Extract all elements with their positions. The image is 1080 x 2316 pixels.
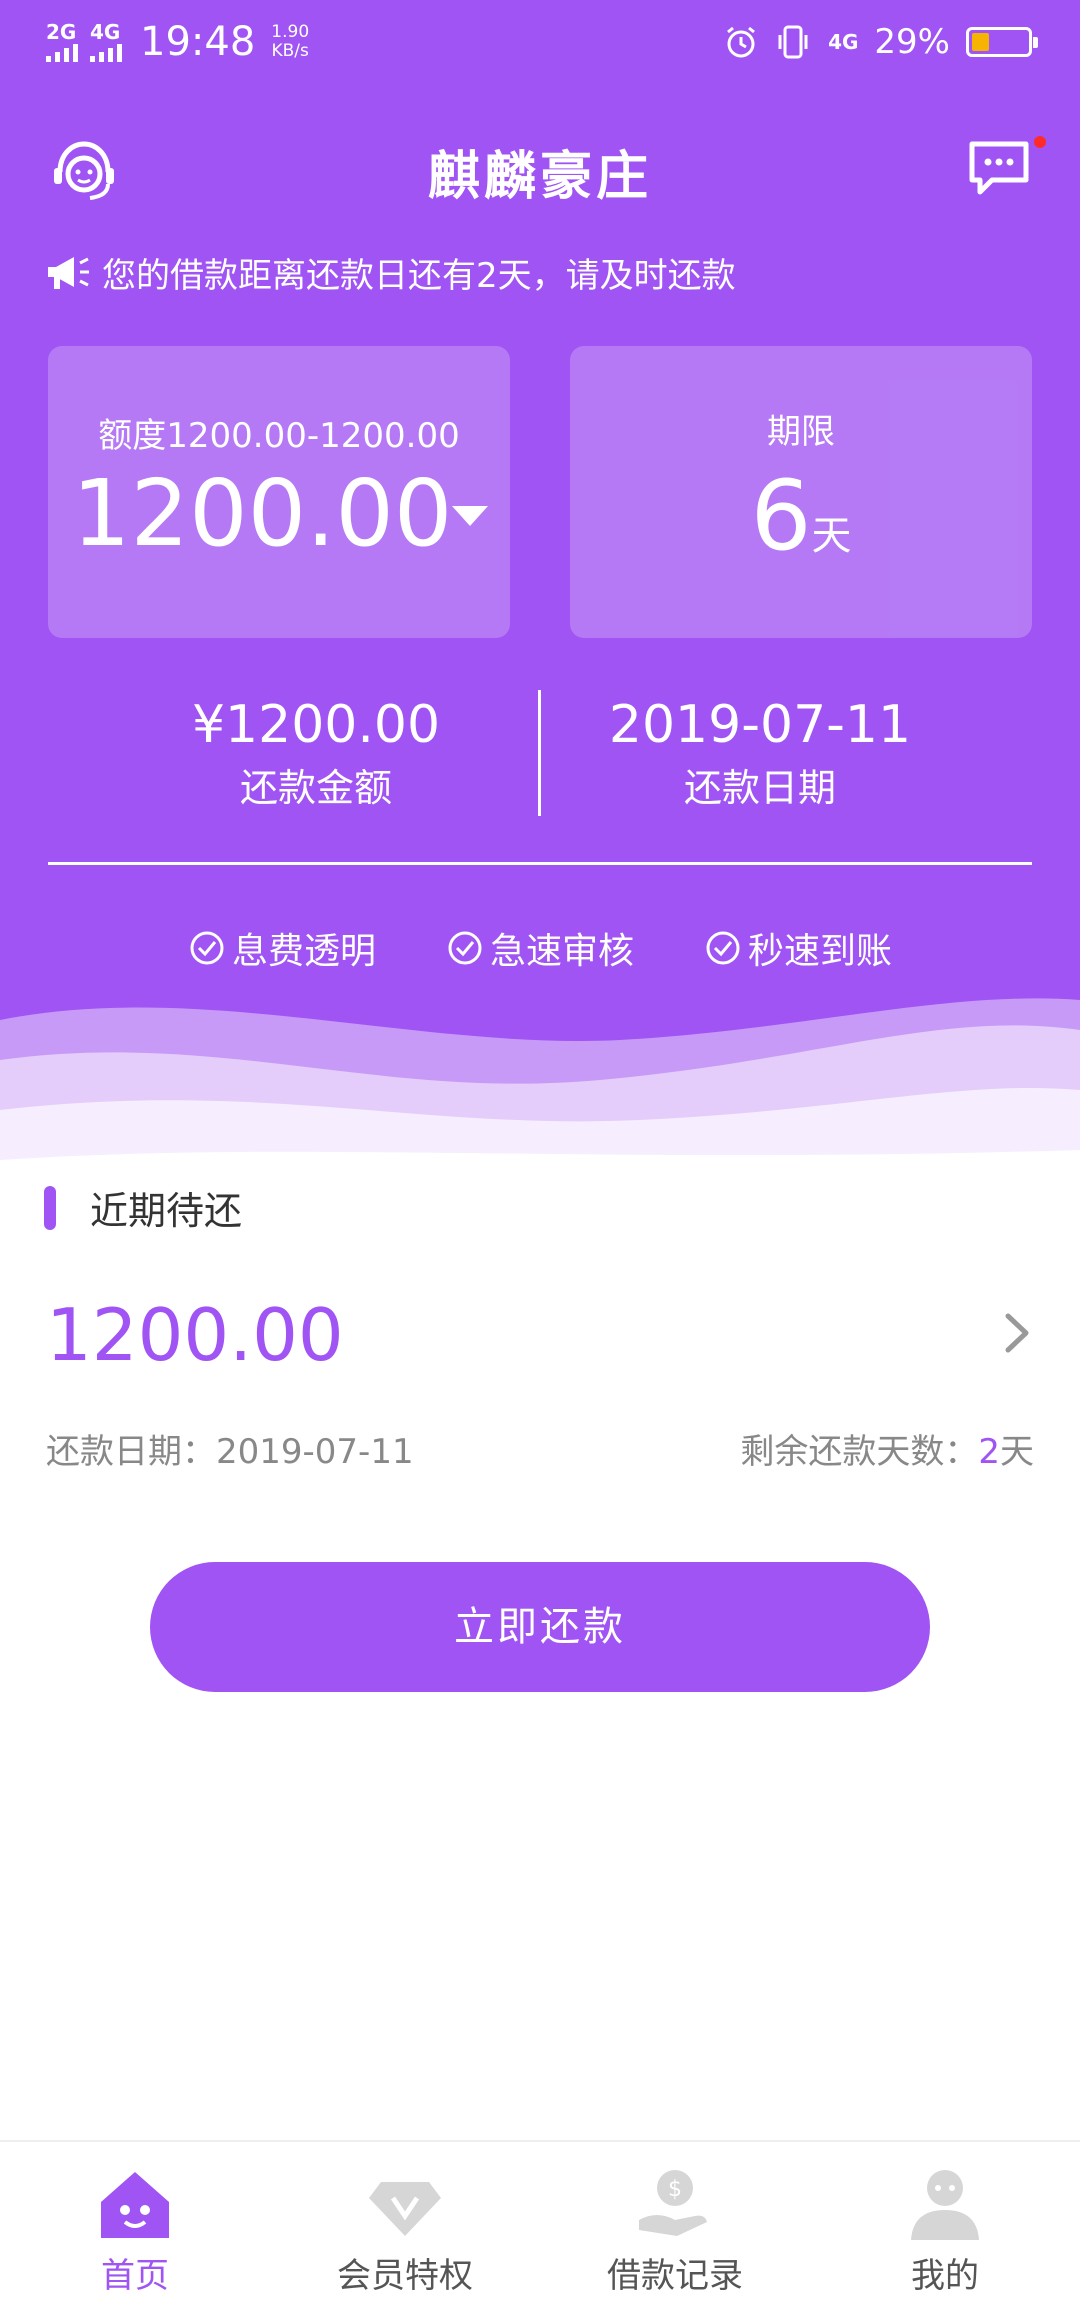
notification-dot bbox=[1034, 136, 1046, 148]
feature-item: 息费透明 bbox=[188, 922, 376, 974]
pending-days-left: 剩余还款天数：2天 bbox=[740, 1432, 1034, 1472]
term-label: 期限 bbox=[767, 412, 835, 452]
signal-2g: 2G bbox=[46, 22, 78, 62]
repay-date: 2019-07-11 bbox=[608, 695, 912, 755]
repay-date-label: 还款日期 bbox=[683, 766, 836, 810]
loan-term-card: 期限 6天 bbox=[570, 346, 1032, 638]
app-header: 麒麟豪庄 bbox=[0, 120, 1080, 220]
page-title: 麒麟豪庄 bbox=[427, 147, 652, 207]
repay-amount-block: ¥1200.00 还款金额 bbox=[96, 690, 536, 816]
diamond-icon bbox=[369, 2182, 441, 2236]
check-circle-icon bbox=[706, 931, 740, 965]
check-circle-icon bbox=[448, 931, 482, 965]
bottom-tab-bar: 首页 会员特权 $ 借款记录 我的 bbox=[0, 2140, 1080, 2316]
dropdown-arrow-icon[interactable] bbox=[452, 506, 488, 526]
signal-4g: 4G bbox=[90, 22, 122, 62]
pending-amount[interactable]: 1200.00 bbox=[46, 1290, 344, 1380]
network-type: 4G bbox=[828, 30, 859, 54]
battery-percent: 29% bbox=[874, 22, 950, 62]
signal-bars-icon bbox=[46, 42, 78, 62]
repay-amount-label: 还款金额 bbox=[239, 766, 392, 810]
tab-membership[interactable]: 会员特权 bbox=[270, 2164, 540, 2300]
network-speed: 1.90 KB/s bbox=[271, 22, 310, 61]
tab-profile[interactable]: 我的 bbox=[810, 2164, 1080, 2300]
vibrate-icon bbox=[778, 25, 808, 59]
battery-icon bbox=[966, 27, 1038, 57]
pending-due-date: 还款日期：2019-07-11 bbox=[46, 1432, 414, 1472]
repay-now-button[interactable]: 立即还款 bbox=[150, 1562, 930, 1692]
battery-level bbox=[972, 33, 990, 51]
home-icon bbox=[101, 2172, 169, 2238]
check-circle-icon bbox=[190, 931, 224, 965]
loan-amount-card[interactable]: 额度1200.00-1200.00 1200.00 bbox=[48, 346, 510, 638]
section-accent-bar bbox=[44, 1185, 56, 1230]
feature-item: 急速审核 bbox=[446, 922, 634, 974]
pending-section-title: 近期待还 bbox=[44, 1180, 242, 1235]
tab-home[interactable]: 首页 bbox=[0, 2164, 270, 2300]
signal-bars-icon bbox=[90, 42, 122, 62]
user-icon bbox=[911, 2170, 979, 2240]
chat-icon[interactable] bbox=[966, 138, 1032, 198]
notice-text: 您的借款距离还款日还有2天，请及时还款 bbox=[102, 256, 736, 296]
status-bar: 2G 4G 19:48 1.90 KB/s 4G 29% bbox=[0, 0, 1080, 84]
loan-record-icon: $ bbox=[639, 2170, 707, 2236]
svg-text:$: $ bbox=[668, 2177, 682, 2202]
repayment-notice: 您的借款距离还款日还有2天，请及时还款 bbox=[44, 248, 736, 297]
megaphone-icon bbox=[48, 256, 89, 289]
repayment-summary: ¥1200.00 还款金额 2019-07-11 还款日期 bbox=[0, 690, 1080, 820]
repay-amount: ¥1200.00 bbox=[191, 695, 441, 755]
term-value: 6天 bbox=[750, 460, 852, 572]
chevron-right-icon[interactable] bbox=[1002, 1310, 1032, 1356]
divider-line bbox=[48, 862, 1032, 865]
feature-list: 息费透明 急速审核 秒速到账 bbox=[0, 922, 1080, 974]
alarm-icon bbox=[727, 26, 756, 58]
loan-amount: 1200.00 bbox=[72, 460, 453, 567]
amount-range-label: 额度1200.00-1200.00 bbox=[98, 416, 460, 456]
feature-item: 秒速到账 bbox=[704, 922, 892, 974]
repay-date-block: 2019-07-11 还款日期 bbox=[540, 690, 980, 816]
clock: 19:48 bbox=[140, 19, 256, 65]
tab-loan-records[interactable]: $ 借款记录 bbox=[540, 2164, 810, 2300]
